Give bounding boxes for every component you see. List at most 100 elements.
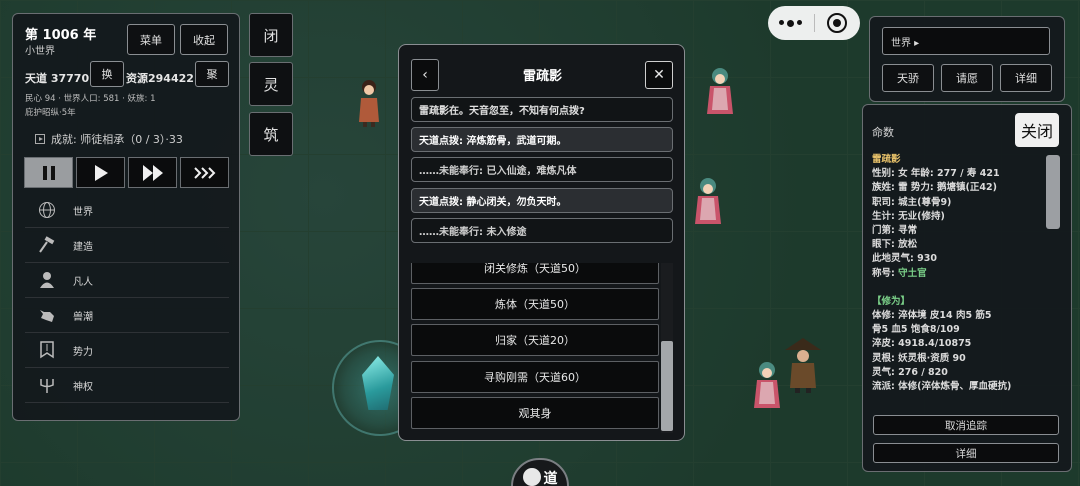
globe-icon [37, 200, 57, 220]
close-target-icon[interactable] [814, 13, 860, 33]
info-line: 体修: 淬体境 皮14 肉5 筋5 [872, 310, 992, 322]
menu-item-label: 世界 [73, 206, 93, 218]
title-line: 称号: 守土官 [872, 267, 1046, 281]
world-tools-panel: 世界 ▸ 天骄 请愿 详细 [869, 16, 1065, 102]
pause-icon [42, 165, 55, 180]
world-select[interactable]: 世界 ▸ [882, 27, 1050, 55]
achievement-label: 成就: 师徒相承（0 / 3）·33 [51, 133, 183, 146]
options-scroll-thumb[interactable] [661, 341, 673, 431]
dao-badge[interactable]: 道 [511, 458, 569, 486]
info-line: 门第: 寻常 [872, 225, 918, 237]
menu-item-label: 建造 [73, 241, 93, 253]
fast-forward-button[interactable] [128, 157, 177, 188]
fastest-button[interactable] [180, 157, 229, 188]
play-button[interactable] [76, 157, 125, 188]
menu-item-label: 凡人 [73, 276, 93, 288]
dialog-message: ……未能奉行: 未入修途 [411, 218, 673, 243]
spirit-button[interactable]: 灵 [249, 62, 293, 106]
info-line: 眼下: 放松 [872, 239, 918, 251]
cancel-tracking-button[interactable]: 取消追踪 [873, 415, 1059, 435]
world-status-panel: 第 1006 年 小世界 菜单 收起 天道 37770 换 资源294422 聚… [12, 13, 240, 421]
year-label: 第 1006 年 [25, 28, 97, 43]
option-observe-body[interactable]: 观其身 [411, 397, 659, 429]
dialog-options: 闭关修炼（天道50） 炼体（天道50） 归家（天道20） 寻购刚需（天道60） … [411, 263, 659, 433]
swap-button[interactable]: 换 [90, 61, 124, 87]
title-label: 称号: [872, 267, 895, 279]
option-retreat-cultivate[interactable]: 闭关修炼（天道50） [411, 263, 659, 284]
info-line: 此地灵气: 930 [872, 253, 937, 265]
world-detail-button[interactable]: 详细 [1000, 64, 1052, 92]
build-button[interactable]: 筑 [249, 112, 293, 156]
menu-item-factions[interactable]: 势力 [25, 333, 229, 368]
menu-item-label: 势力 [73, 346, 93, 358]
info-line: 骨5 血5 饱食8/109 [872, 324, 960, 336]
main-menu: 世界 建造 凡人 兽潮 势力 神权 [25, 193, 229, 403]
dialog-message: 雷疏影在。天音忽至，不知有何点拨? [411, 97, 673, 122]
option-body-refine[interactable]: 炼体（天道50） [411, 288, 659, 320]
prodigy-button[interactable]: 天骄 [882, 64, 934, 92]
dialog-message: ……未能奉行: 已入仙途，难炼凡体 [411, 157, 673, 182]
character-sprite-1[interactable] [354, 78, 384, 128]
triple-chevron-icon [193, 166, 215, 179]
info-line: 流派: 体修(淬体炼骨、厚血硬抗) [872, 381, 1012, 393]
close-info-button[interactable]: 关闭 [1015, 113, 1059, 147]
back-button[interactable]: ‹ [411, 59, 439, 91]
play-icon [94, 164, 108, 181]
info-line: 灵根: 妖灵根·资质 90 [872, 352, 966, 364]
title-value: 守土官 [898, 267, 927, 279]
character-info-panel: 命数 关闭 雷疏影 性别: 女 年龄: 277 / 寿 421 族姓: 雷 势力… [862, 104, 1072, 472]
protection-line: 庇护昭纵·5年 [25, 108, 76, 118]
cultivation-section: 【修为】 [872, 295, 911, 307]
circle-icon [522, 468, 541, 486]
character-sprite-3[interactable] [692, 176, 724, 228]
info-detail-button[interactable]: 详细 [873, 443, 1059, 463]
character-dialog: ‹ 雷疏影 ✕ 雷疏影在。天音忽至，不知有何点拨? 天道点拨: 淬炼筋骨，武道可… [398, 44, 685, 441]
resource-count: 资源294422 [126, 72, 194, 85]
close-retreat-button[interactable]: 闭 [249, 13, 293, 57]
info-scrollbar[interactable] [1046, 155, 1060, 229]
info-line: 职司: 城主(尊骨9) [872, 196, 952, 208]
menu-item-world[interactable]: 世界 [25, 193, 229, 228]
dialog-message: 天道点拨: 淬炼筋骨，武道可期。 [411, 127, 673, 152]
menu-item-label: 神权 [73, 381, 93, 393]
achievement-row[interactable]: 成就: 师徒相承（0 / 3）·33 [35, 131, 183, 147]
info-line: 灵气: 276 / 820 [872, 366, 948, 378]
option-return-home[interactable]: 归家（天道20） [411, 324, 659, 356]
banner-icon [37, 340, 57, 360]
fast-forward-icon [142, 164, 163, 181]
gather-button[interactable]: 聚 [195, 61, 229, 87]
character-sprite-4[interactable] [751, 360, 783, 412]
pause-button[interactable] [24, 157, 73, 188]
menu-item-beast-tide[interactable]: 兽潮 [25, 298, 229, 333]
menu-item-build[interactable]: 建造 [25, 228, 229, 263]
capsule-menu [768, 6, 860, 40]
person-icon [37, 270, 57, 290]
hammer-icon [37, 235, 57, 255]
info-line: 族姓: 雷 势力: 鹅塘镇(正42) [872, 182, 997, 194]
dialog-title: 雷疏影 [522, 69, 562, 84]
info-line: 性别: 女 年龄: 277 / 寿 421 [872, 168, 1000, 180]
menu-item-mortals[interactable]: 凡人 [25, 263, 229, 298]
menu-button[interactable]: 菜单 [127, 24, 175, 55]
population-line: 民心 94 · 世界人口: 581 · 妖族: 1 [25, 94, 156, 104]
tiandao-points: 天道 37770 [25, 72, 90, 85]
more-dots-icon[interactable] [768, 19, 814, 27]
menu-item-divine-power[interactable]: 神权 [25, 368, 229, 403]
info-line: 淬皮: 4918.4/10875 [872, 338, 972, 350]
info-line: 生计: 无业(修持) [872, 210, 945, 222]
info-title: 命数 [872, 126, 894, 139]
info-content: 雷疏影 性别: 女 年龄: 277 / 寿 421 族姓: 雷 势力: 鹅塘镇(… [872, 153, 1046, 394]
character-name: 雷疏影 [872, 154, 901, 165]
option-buy-needs[interactable]: 寻购刚需（天道60） [411, 361, 659, 393]
play-box-icon [35, 134, 45, 144]
trident-icon [37, 375, 57, 395]
petition-button[interactable]: 请愿 [941, 64, 993, 92]
dao-badge-label: 道 [543, 471, 558, 486]
character-sprite-5[interactable] [783, 336, 823, 394]
world-kind-label: 小世界 [25, 46, 55, 57]
character-sprite-2[interactable] [704, 66, 736, 118]
dialog-message: 天道点拨: 静心闭关，勿负天时。 [411, 188, 673, 213]
dialog-close-button[interactable]: ✕ [645, 61, 673, 89]
collapse-button[interactable]: 收起 [180, 24, 228, 55]
wolf-icon [37, 305, 57, 325]
